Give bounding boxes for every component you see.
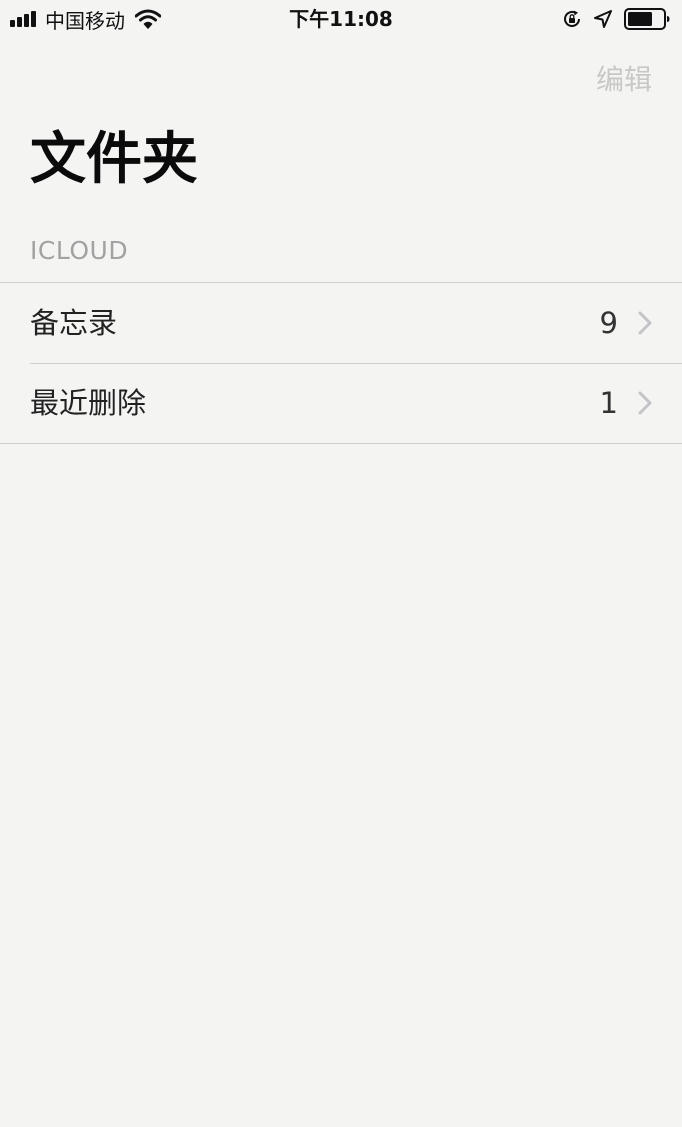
folder-count: 9 [599, 306, 618, 340]
folder-count: 1 [599, 386, 618, 420]
folder-label: 备忘录 [30, 306, 118, 340]
chevron-right-icon [638, 391, 652, 415]
page-title: 文件夹 [30, 127, 198, 192]
status-bar: 中国移动 下午11:08 [0, 0, 682, 38]
battery-icon [624, 8, 670, 30]
location-arrow-icon [594, 10, 612, 28]
folder-label: 最近删除 [30, 386, 147, 420]
section-header-icloud: ICLOUD [30, 236, 129, 265]
rotation-lock-icon [564, 10, 580, 27]
chevron-right-icon [638, 311, 652, 335]
folder-list: 备忘录 9 最近删除 1 [0, 282, 682, 444]
edit-button[interactable]: 编辑 [596, 58, 652, 98]
folder-row-notes[interactable]: 备忘录 9 [0, 283, 682, 363]
folder-row-recently-deleted[interactable]: 最近删除 1 [0, 363, 682, 443]
status-bar-right [562, 7, 670, 31]
